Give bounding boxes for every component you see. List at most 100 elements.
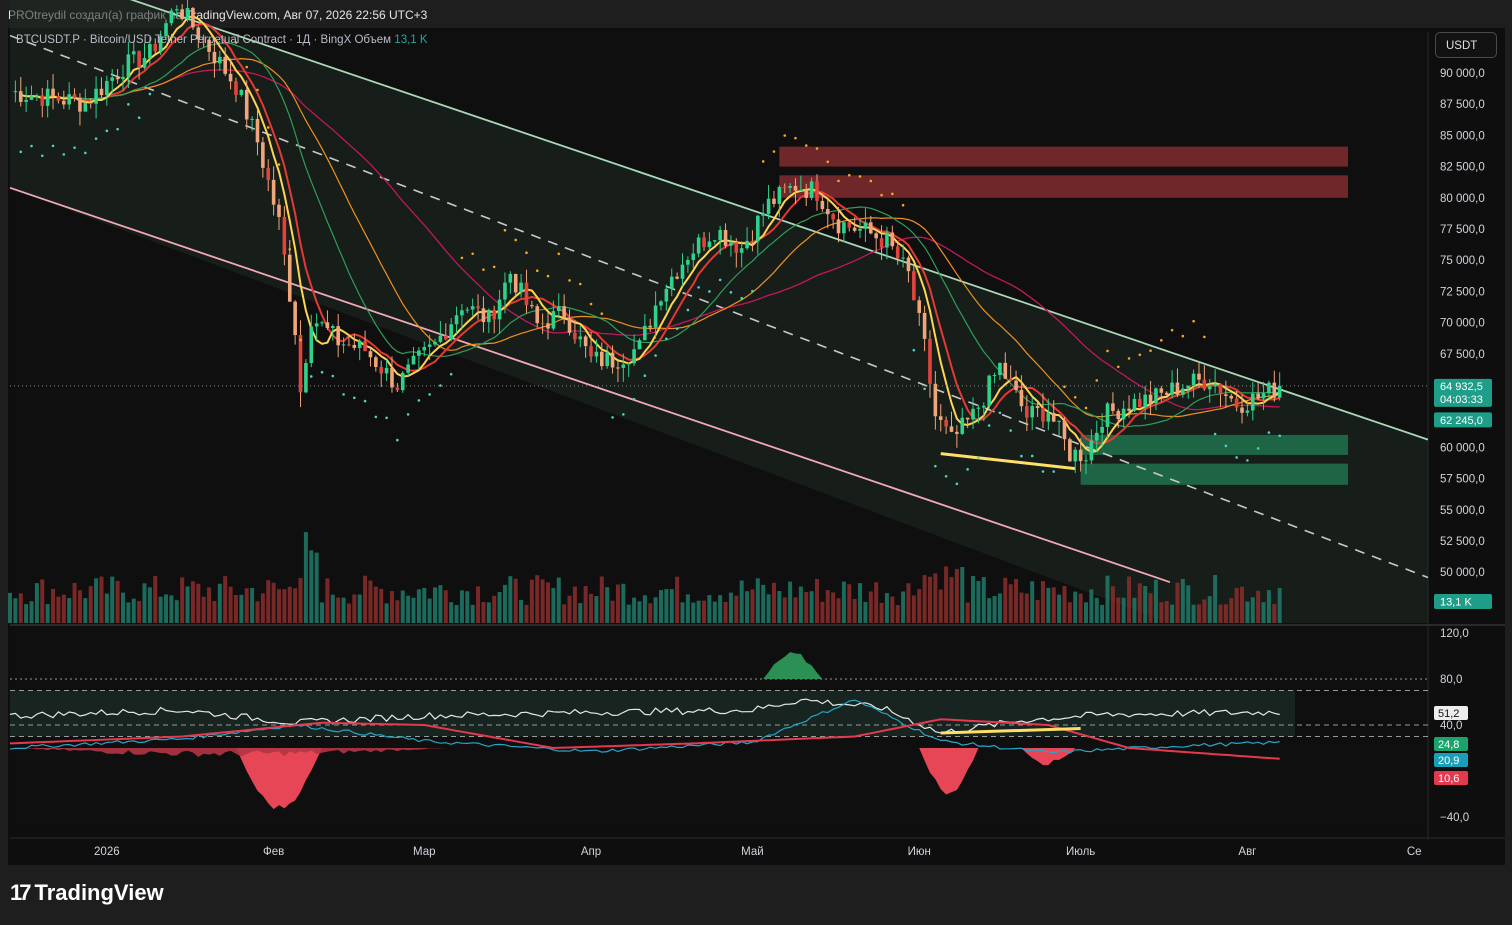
candle-body	[578, 336, 583, 340]
candle-body	[1224, 394, 1228, 396]
candle-body	[487, 309, 491, 323]
candle-body	[1014, 380, 1018, 390]
volume-bar	[233, 594, 238, 623]
volume-bar	[739, 580, 744, 623]
chart-svg[interactable]: 90 000,0 87 500,0 85 000,0 82 500,0 80 000,0…	[0, 0, 1512, 925]
candle-body	[1121, 408, 1126, 420]
candle-body	[438, 335, 443, 342]
sar-dot	[331, 374, 335, 378]
volume-bar	[1207, 596, 1212, 623]
candle-body	[131, 51, 136, 55]
sar-dot	[891, 192, 894, 196]
currency-button[interactable]: USDT	[1435, 32, 1497, 58]
sar-dot	[428, 393, 431, 396]
sar-dot	[632, 397, 636, 401]
candle-body	[137, 51, 141, 68]
candle-body	[56, 95, 61, 101]
volume-bar	[567, 595, 572, 623]
candle-body	[960, 417, 965, 434]
volume-bar	[1062, 586, 1067, 623]
sar-dot	[783, 134, 787, 137]
sar-dot	[815, 147, 819, 150]
candle-body	[933, 383, 938, 417]
candle-body	[739, 248, 744, 253]
volume-bar	[260, 593, 265, 623]
sar-dot	[675, 327, 679, 330]
sar-dot	[1041, 470, 1045, 473]
sar-dot	[611, 416, 614, 419]
volume-bar	[707, 595, 712, 623]
volume-bar	[605, 587, 610, 623]
candle-body	[67, 94, 71, 105]
candle-body	[858, 228, 862, 231]
candle-body	[589, 346, 593, 357]
volume-bar	[1186, 585, 1191, 623]
sar-dot	[385, 416, 388, 420]
sar-dot	[471, 252, 474, 256]
volume-bar	[1105, 575, 1110, 623]
candle-body	[1261, 393, 1266, 399]
sar-dot	[686, 308, 690, 312]
candle-body	[610, 352, 615, 368]
volume-bar	[298, 578, 303, 623]
price-tick-label: 70 000,0	[1440, 318, 1485, 330]
candle-body	[890, 232, 895, 247]
candle-body	[18, 91, 23, 102]
sar-dot	[406, 413, 410, 416]
sar-dot	[1063, 385, 1066, 389]
candle-body	[83, 102, 88, 112]
candle-body	[282, 216, 287, 255]
candle-body	[449, 324, 453, 340]
candle-body	[105, 80, 109, 96]
volume-bar	[1272, 604, 1277, 623]
volume-bar	[8, 592, 12, 623]
volume-bar	[696, 600, 701, 623]
volume-bar	[944, 566, 949, 623]
candle-body	[998, 362, 1002, 376]
volume-bar	[379, 588, 384, 623]
price-tick-label: 75 000,0	[1440, 255, 1485, 267]
volume-bar	[201, 596, 206, 623]
price-tick-label: 87 500,0	[1440, 99, 1485, 111]
sar-dot	[1095, 379, 1099, 382]
volume-bar	[1277, 588, 1282, 623]
volume-bar	[917, 589, 922, 623]
sar-dot	[449, 372, 453, 376]
candle-body	[992, 375, 997, 377]
tradingview-brand[interactable]: 17 TradingView	[10, 880, 164, 906]
volume-bar	[632, 597, 637, 623]
volume-bar	[147, 587, 152, 623]
level-price-label: 62 245,0	[1440, 415, 1483, 427]
volume-bar	[83, 598, 88, 623]
volume-bar	[572, 586, 577, 623]
volume-tag-label: 13,1 K	[1440, 597, 1472, 609]
price-tick-label: 57 500,0	[1440, 474, 1485, 486]
candle-body	[809, 181, 814, 198]
candle-body	[29, 96, 34, 100]
price-tick-label: 77 500,0	[1440, 224, 1485, 236]
candle-body	[1062, 420, 1067, 440]
sar-dot	[309, 375, 313, 378]
candle-body	[250, 118, 254, 120]
candle-body	[513, 274, 518, 293]
candle-body	[1234, 398, 1239, 408]
candle-body	[1003, 362, 1008, 379]
volume-bar	[61, 594, 66, 623]
candle-body	[244, 89, 249, 120]
candle-body	[696, 237, 701, 254]
volume-bar	[389, 591, 394, 623]
symbol-legend[interactable]: BTCUSDT.P · Bitcoin/USD Tether Perpetual…	[16, 34, 428, 46]
sar-dot	[1235, 456, 1238, 459]
sar-dot	[718, 278, 722, 282]
volume-bar	[400, 590, 405, 623]
volume-bar	[621, 583, 626, 623]
volume-bar	[476, 586, 481, 623]
volume-bar	[669, 589, 674, 623]
volume-bar	[131, 598, 136, 623]
volume-bar	[777, 591, 782, 623]
sar-dot	[880, 193, 883, 197]
sar-dot	[837, 179, 840, 183]
candle-body	[1035, 406, 1040, 409]
price-tick-label: 80 000,0	[1440, 193, 1485, 205]
volume-bar	[266, 580, 271, 623]
